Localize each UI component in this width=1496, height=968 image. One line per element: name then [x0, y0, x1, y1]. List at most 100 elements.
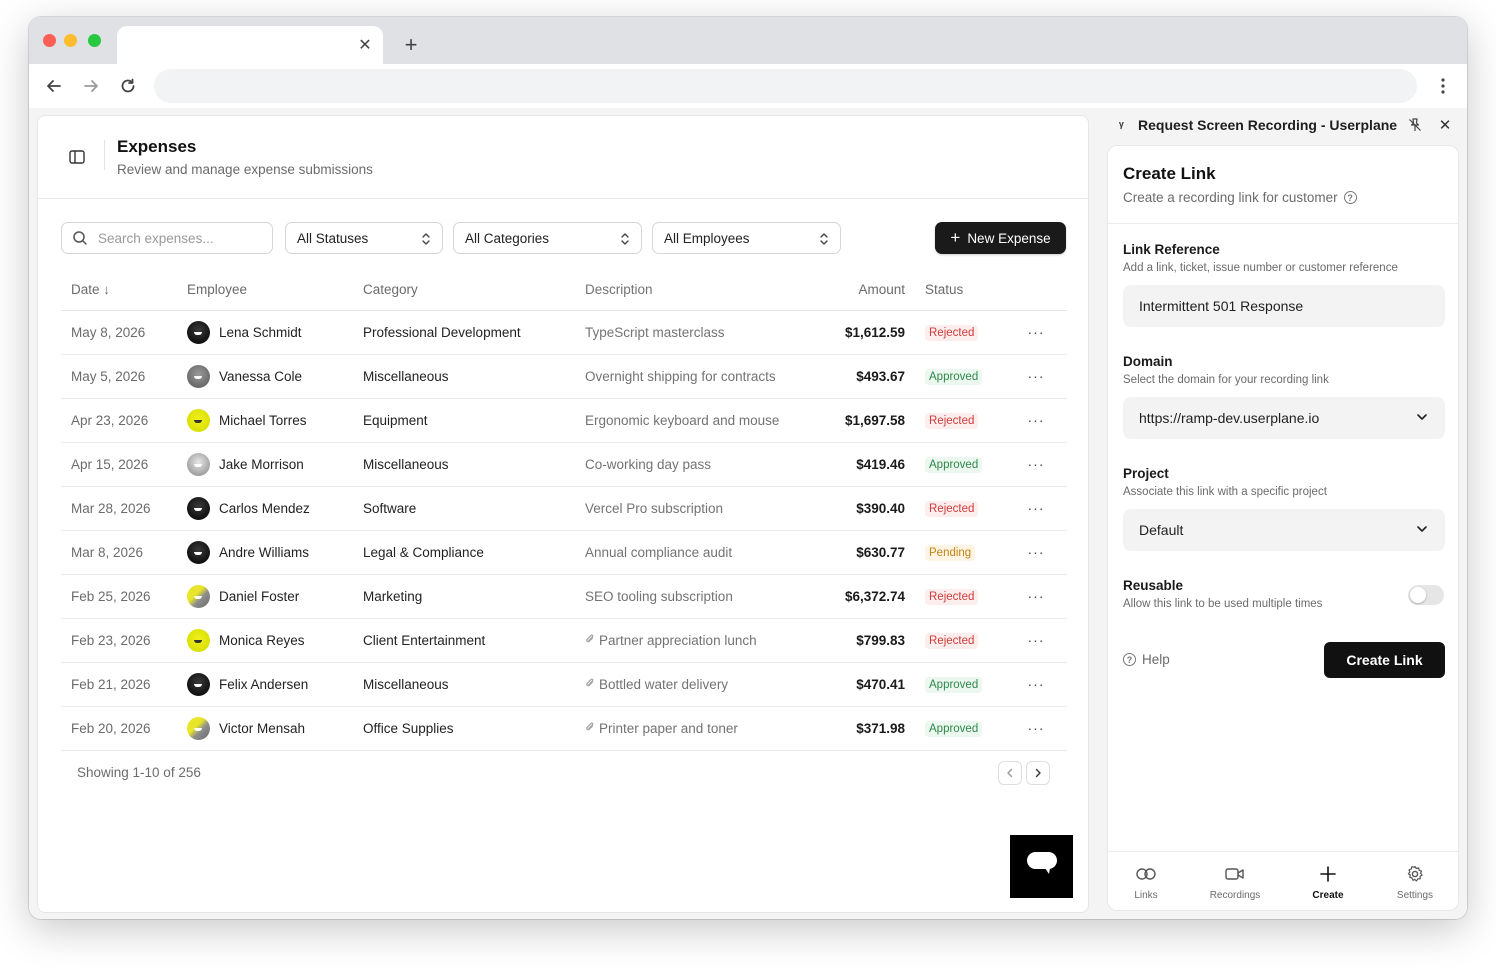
more-options-icon[interactable]: ··· — [1028, 500, 1045, 516]
domain-select[interactable]: https://ramp-dev.userplane.io — [1123, 397, 1445, 439]
status-cell: Approved — [905, 706, 1005, 751]
category-cell: Marketing — [363, 574, 585, 619]
zoom-window-button[interactable] — [88, 34, 101, 47]
nav-item-recordings[interactable]: Recordings — [1195, 852, 1275, 910]
table-row[interactable]: May 8, 2026 Lena Schmidt Professional Deve… — [61, 310, 1067, 355]
table-row[interactable]: Mar 28, 2026 Carlos Mendez Software Vercel … — [61, 486, 1067, 531]
status-filter-select[interactable]: All Statuses — [285, 222, 443, 254]
more-options-icon[interactable]: ··· — [1028, 632, 1045, 648]
chat-bubble-icon — [1026, 851, 1058, 882]
description-text: Printer paper and toner — [599, 720, 738, 736]
minimize-window-button[interactable] — [64, 34, 77, 47]
help-circle-icon[interactable]: ? — [1343, 191, 1357, 204]
close-icon[interactable]: ✕ — [1436, 116, 1454, 134]
table-row[interactable]: Feb 23, 2026 Monica Reyes Client Entertain… — [61, 618, 1067, 663]
description-cell: Bottled water delivery — [585, 662, 833, 707]
back-icon[interactable] — [41, 73, 67, 99]
reload-icon[interactable] — [115, 73, 141, 99]
employee-cell: Monica Reyes — [187, 618, 363, 663]
avatar — [187, 320, 210, 344]
employee-name: Jake Morrison — [219, 456, 304, 472]
new-expense-label: New Expense — [967, 230, 1051, 246]
unpin-icon[interactable] — [1406, 116, 1424, 134]
nav-item-settings[interactable]: Settings — [1375, 852, 1455, 910]
chat-widget-button[interactable] — [1010, 835, 1073, 898]
browser-tab[interactable]: ✕ — [117, 26, 383, 64]
more-options-icon[interactable]: ··· — [1028, 588, 1045, 604]
domain-value: https://ramp-dev.userplane.io — [1139, 410, 1320, 426]
tab-bar: ✕ + — [29, 17, 1467, 64]
column-header-date[interactable]: Date ↓ — [61, 270, 187, 311]
status-badge: Rejected — [925, 324, 979, 341]
amount-cell: $1,612.59 — [833, 310, 905, 355]
card-title: Create Link — [1123, 164, 1216, 183]
table-row[interactable]: Mar 8, 2026 Andre Williams Legal & Complia… — [61, 530, 1067, 575]
table-row[interactable]: Apr 15, 2026 Jake Morrison Miscellaneous Co… — [61, 442, 1067, 487]
chevron-updown-icon — [619, 231, 631, 247]
help-link[interactable]: ? Help — [1123, 652, 1170, 667]
link-reference-input[interactable]: Intermittent 501 Response — [1123, 285, 1445, 327]
create-link-button[interactable]: Create Link — [1324, 642, 1445, 678]
link-reference-label: Link Reference — [1123, 242, 1220, 257]
more-options-icon[interactable]: ··· — [1028, 324, 1045, 340]
table-row[interactable]: Feb 25, 2026 Daniel Foster Marketing SEO to… — [61, 574, 1067, 619]
forward-icon[interactable] — [78, 73, 104, 99]
category-cell: Equipment — [363, 398, 585, 443]
page-subtitle: Review and manage expense submissions — [117, 162, 373, 177]
sidebar-toggle-icon[interactable] — [66, 146, 88, 168]
amount-cell: $1,697.58 — [833, 398, 905, 443]
more-options-icon[interactable]: ··· — [1028, 456, 1045, 472]
employee-filter-value: All Employees — [664, 230, 750, 246]
more-options-icon[interactable]: ··· — [1028, 544, 1045, 560]
chevron-updown-icon — [420, 231, 432, 247]
link-reference-hint: Add a link, ticket, issue number or cust… — [1123, 262, 1398, 274]
reusable-toggle[interactable] — [1408, 585, 1444, 605]
status-badge: Pending — [925, 544, 976, 561]
more-options-icon[interactable]: ··· — [1028, 412, 1045, 428]
status-cell: Approved — [905, 442, 1005, 487]
column-header-category: Category — [363, 270, 585, 311]
description-text: Ergonomic keyboard and mouse — [585, 412, 780, 428]
new-tab-button[interactable]: + — [399, 32, 423, 57]
next-page-button[interactable] — [1026, 761, 1050, 785]
description-text: TypeScript masterclass — [585, 324, 725, 340]
category-cell: Miscellaneous — [363, 354, 585, 399]
address-bar[interactable] — [154, 69, 1417, 103]
chevron-down-icon — [1415, 522, 1429, 536]
browser-menu-icon[interactable] — [1431, 72, 1455, 100]
nav-item-links[interactable]: Links — [1108, 852, 1186, 910]
more-options-icon[interactable]: ··· — [1028, 720, 1045, 736]
previous-page-button[interactable] — [998, 761, 1022, 785]
date-cell: May 5, 2026 — [61, 354, 187, 399]
employee-cell: Michael Torres — [187, 398, 363, 443]
description-cell: Co-working day pass — [585, 442, 833, 487]
category-filter-select[interactable]: All Categories — [453, 222, 642, 254]
new-expense-button[interactable]: + New Expense — [935, 222, 1066, 254]
amount-cell: $419.46 — [833, 442, 905, 487]
search-input[interactable] — [98, 223, 268, 253]
actions-cell: ··· — [1005, 354, 1067, 399]
project-select[interactable]: Default — [1123, 509, 1445, 551]
paperclip-icon — [585, 634, 595, 648]
column-header-description: Description — [585, 270, 833, 311]
table-row[interactable]: Feb 21, 2026 Felix Andersen Miscellaneous B… — [61, 662, 1067, 707]
employee-filter-select[interactable]: All Employees — [652, 222, 841, 254]
employee-name: Vanessa Cole — [219, 368, 303, 384]
actions-cell: ··· — [1005, 662, 1067, 707]
actions-cell: ··· — [1005, 530, 1067, 575]
close-window-button[interactable] — [43, 34, 56, 47]
table-row[interactable]: May 5, 2026 Vanessa Cole Miscellaneous Over… — [61, 354, 1067, 399]
date-cell: Mar 28, 2026 — [61, 486, 187, 531]
status-badge: Rejected — [925, 632, 979, 649]
search-box[interactable] — [61, 222, 273, 254]
table-row[interactable]: Apr 23, 2026 Michael Torres Equipment Ergon… — [61, 398, 1067, 443]
employee-name: Michael Torres — [219, 412, 307, 428]
more-options-icon[interactable]: ··· — [1028, 368, 1045, 384]
tab-close-icon[interactable]: ✕ — [355, 35, 375, 55]
date-cell: Apr 15, 2026 — [61, 442, 187, 487]
more-options-icon[interactable]: ··· — [1028, 676, 1045, 692]
plus-icon — [1317, 864, 1339, 884]
panel-bottom-nav: Links Recordings Create Settings — [1108, 851, 1458, 910]
table-row[interactable]: Feb 20, 2026 Victor Mensah Office Supplies… — [61, 706, 1067, 751]
nav-item-create[interactable]: Create — [1288, 852, 1368, 910]
